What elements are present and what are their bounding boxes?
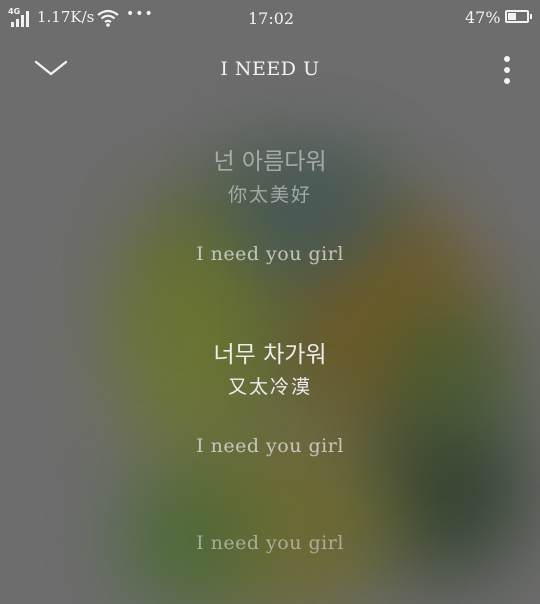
more-vertical-icon[interactable] (496, 54, 518, 86)
album-art-blur (380, 300, 520, 440)
battery-percent: 47% (465, 8, 501, 27)
lyric-line-english: I need you girl (196, 435, 344, 457)
lyric-line-korean-current: 너무 차가워 (213, 342, 327, 368)
network-type: 4G (8, 7, 21, 16)
clock: 17:02 (248, 9, 295, 28)
player-header: I NEED U (0, 44, 540, 96)
lyric-line-chinese: 你太美好 (227, 184, 312, 206)
music-player-screen: 4G 1.17K/s ••• 17:02 47% I NEED U 넌 아름다워… (0, 0, 540, 604)
lyric-line-english: I need you girl (196, 243, 344, 265)
battery-icon (505, 10, 532, 23)
lyric-line-english: I need you girl (196, 532, 344, 554)
net-speed: 1.17K/s (37, 8, 95, 26)
cellular-signal-icon: 4G (8, 7, 30, 27)
lyric-line-chinese-current: 又太冷漠 (227, 376, 312, 398)
lyric-line-korean: 넌 아름다워 (213, 149, 327, 175)
status-bar: 4G 1.17K/s ••• 17:02 47% (0, 0, 540, 36)
song-title: I NEED U (220, 58, 320, 80)
more-status-icon: ••• (126, 6, 154, 22)
wifi-icon (97, 9, 119, 27)
